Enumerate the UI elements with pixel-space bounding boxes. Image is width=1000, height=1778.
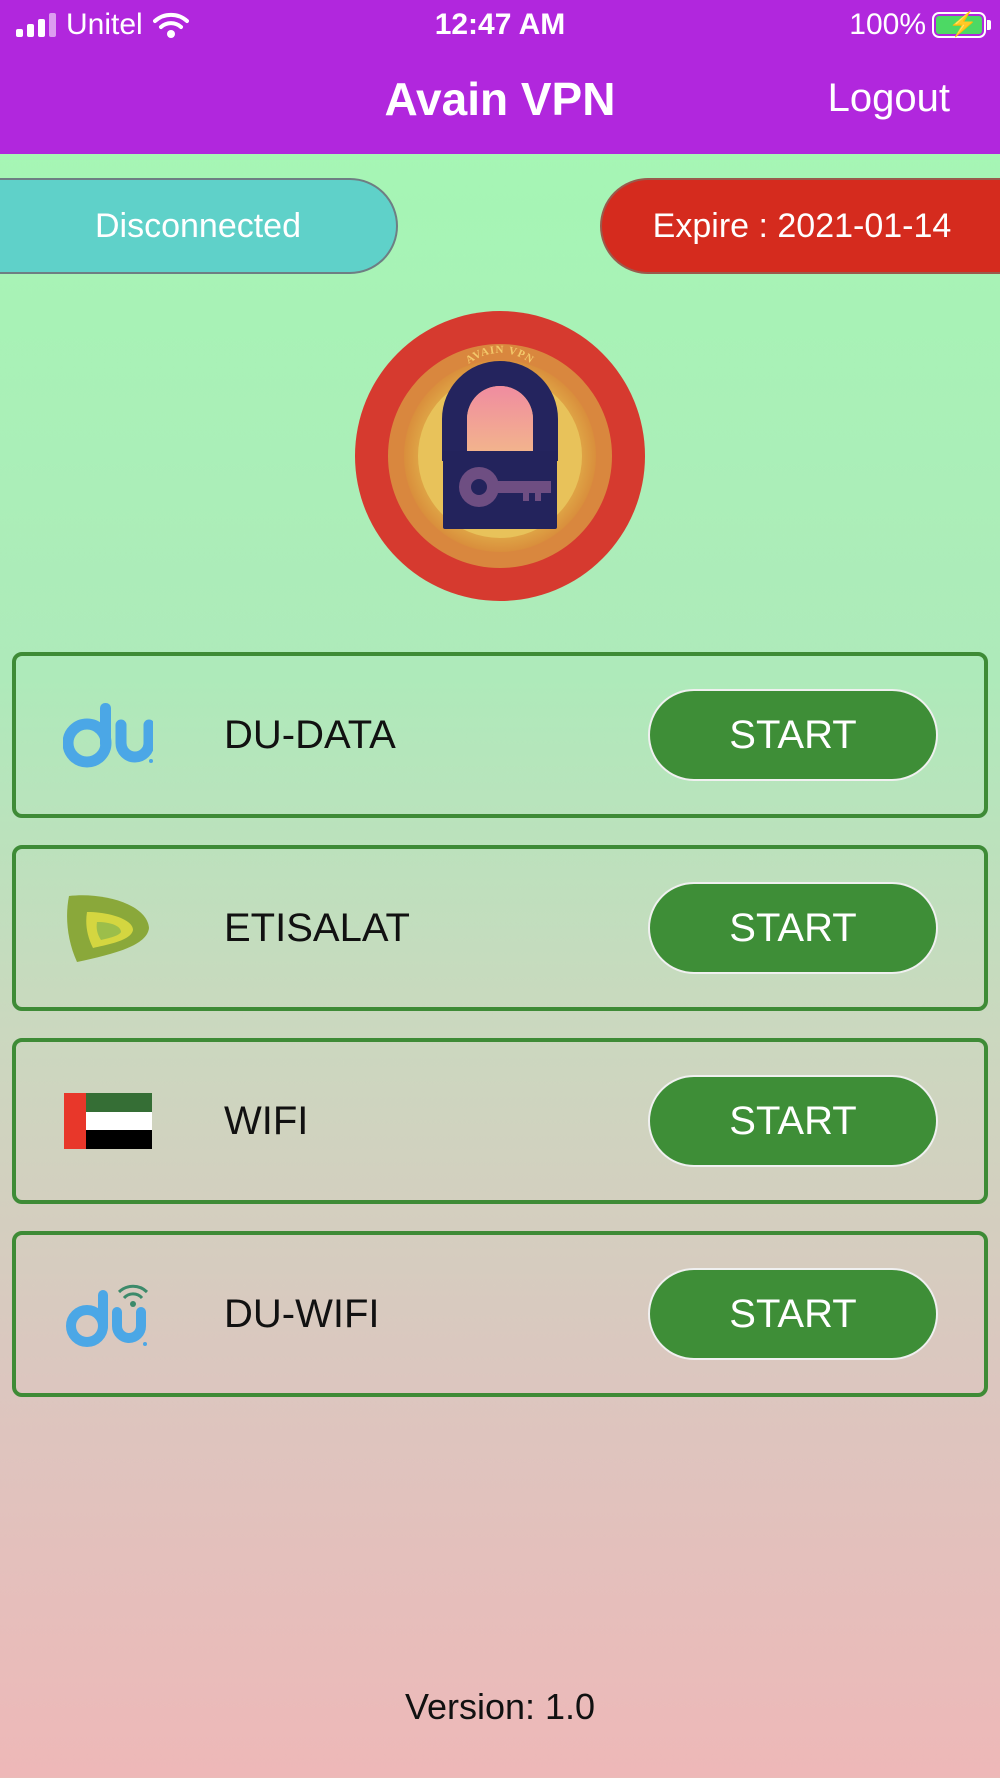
network-card-du-wifi: DU-WIFI START: [12, 1231, 988, 1397]
network-label: ETISALAT: [224, 905, 410, 950]
expiry-badge: Expire : 2021-01-14: [600, 178, 1000, 274]
network-card-wifi: WIFI START: [12, 1038, 988, 1204]
network-label: DU-DATA: [224, 712, 396, 757]
etisalat-logo-icon: [60, 891, 156, 965]
app-version: Version: 1.0: [404, 1686, 596, 1727]
status-bar: Unitel 12:47 AM 100% ⚡: [0, 0, 1000, 50]
vpn-lock-logo: AVAIN VPN: [355, 311, 645, 601]
network-card-etisalat: ETISALAT START: [12, 845, 988, 1011]
network-card-du-data: DU-DATA START: [12, 652, 988, 818]
battery-percent: 100%: [849, 8, 926, 41]
du-wifi-logo-icon: [60, 1277, 156, 1351]
logout-button[interactable]: Logout: [828, 76, 950, 121]
uae-flag-icon: [60, 1084, 156, 1158]
start-button-wifi[interactable]: START: [648, 1075, 938, 1167]
start-button-du-data[interactable]: START: [648, 689, 938, 781]
connection-status-badge: Disconnected: [0, 178, 398, 274]
network-label: WIFI: [224, 1098, 309, 1143]
battery-icon: ⚡: [932, 11, 991, 38]
du-logo-icon: [60, 698, 156, 772]
start-button-du-wifi[interactable]: START: [648, 1268, 938, 1360]
app-header: Unitel 12:47 AM 100% ⚡ Avain VPN Logout: [0, 0, 1000, 154]
battery-indicator: 100% ⚡: [849, 8, 991, 42]
network-label: DU-WIFI: [224, 1291, 380, 1336]
start-button-etisalat[interactable]: START: [648, 882, 938, 974]
